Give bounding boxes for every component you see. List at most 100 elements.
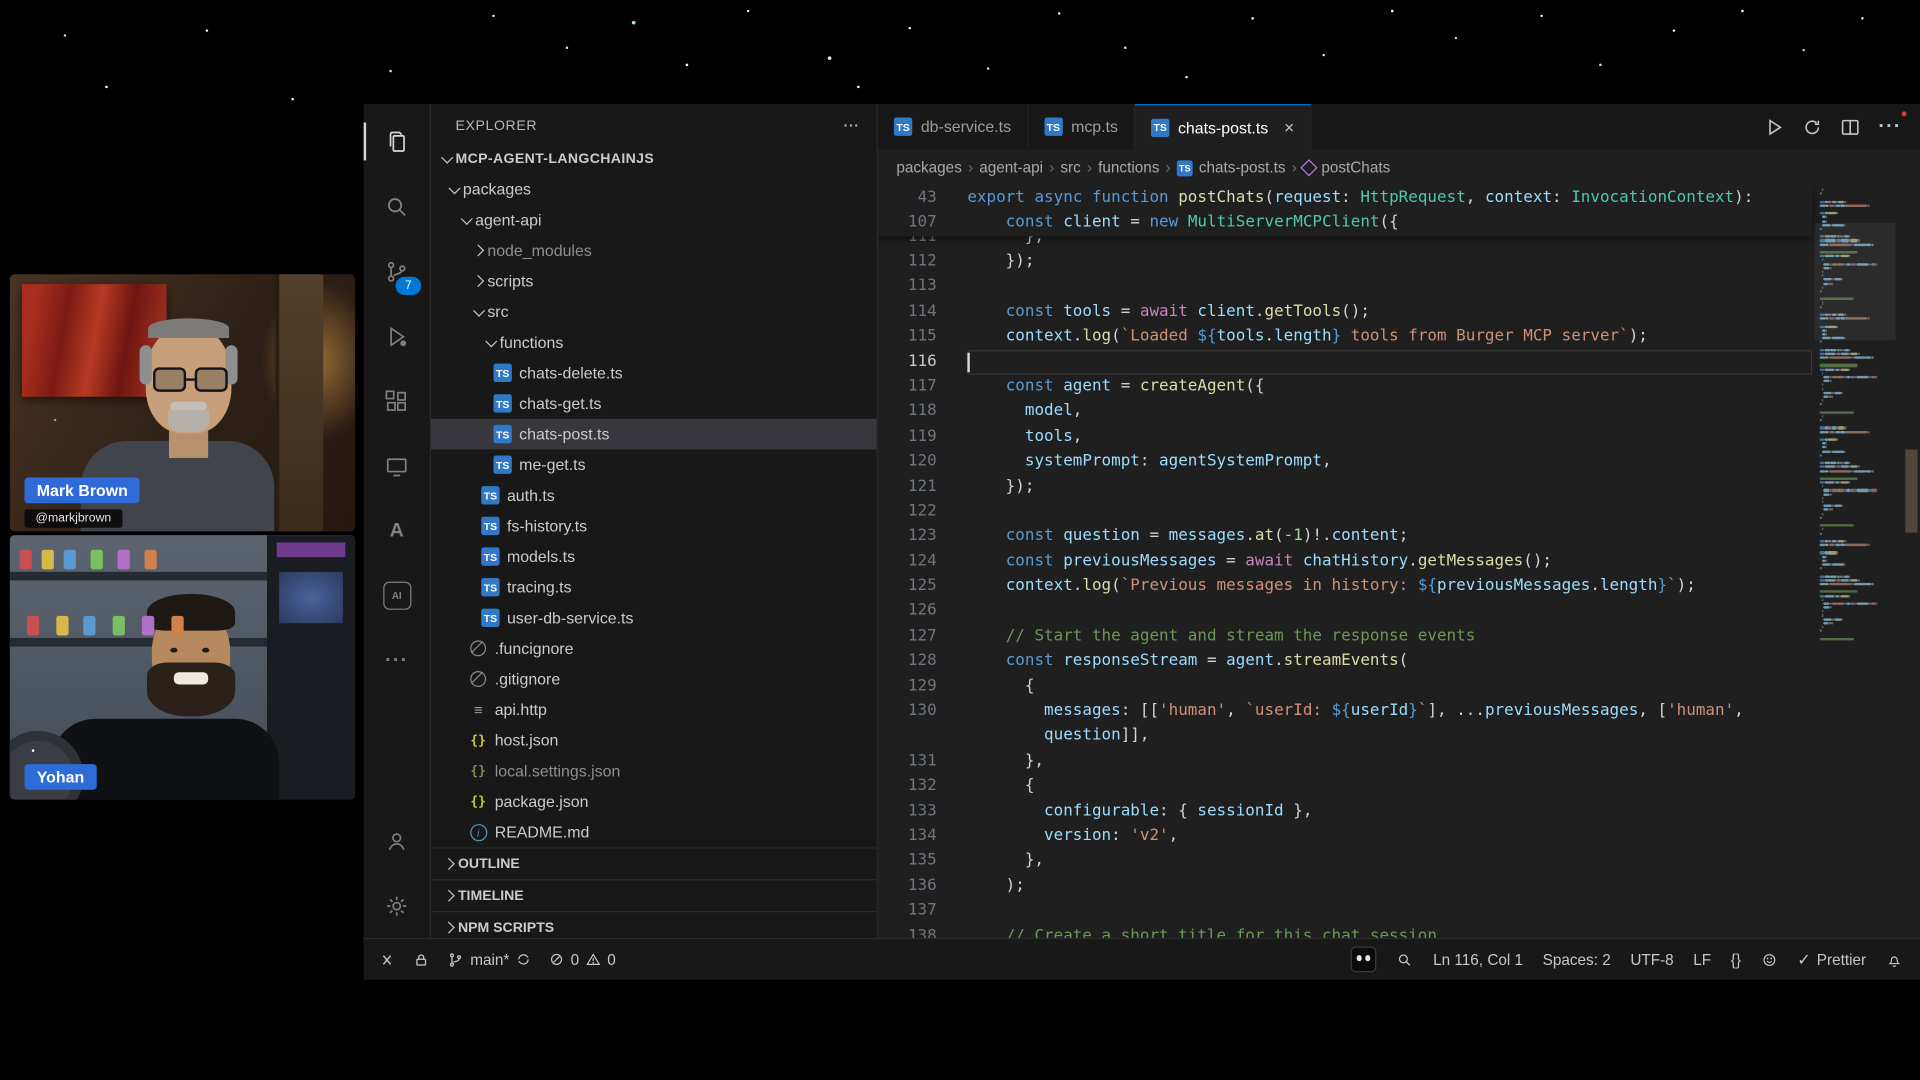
code-line-128[interactable]: 128 const responseStream = agent.streamE…: [878, 649, 1812, 674]
code-line-117[interactable]: 117 const agent = createAgent({: [878, 375, 1812, 400]
code-line-125[interactable]: 125 context.log(`Previous messages in hi…: [878, 574, 1812, 599]
tab-chats-post.ts[interactable]: TSchats-post.ts×: [1135, 104, 1311, 149]
notifications-bell-icon[interactable]: [1886, 951, 1903, 968]
code-line-127[interactable]: 127 // Start the agent and stream the re…: [878, 624, 1812, 649]
account-icon[interactable]: [364, 808, 430, 873]
tree-item-packages[interactable]: packages: [431, 174, 877, 205]
code-line-120[interactable]: 120 systemPrompt: agentSystemPrompt,: [878, 450, 1812, 475]
encoding[interactable]: UTF-8: [1630, 951, 1673, 968]
tree-item-.gitignore[interactable]: .gitignore: [431, 664, 877, 695]
breadcrumb-item[interactable]: packages: [896, 159, 962, 176]
code-line-126[interactable]: 126: [878, 599, 1812, 624]
code-line-131[interactable]: 131 },: [878, 749, 1812, 774]
remote-explorer-icon[interactable]: [364, 433, 430, 498]
code-line-134[interactable]: 134 version: 'v2',: [878, 824, 1812, 849]
sidebar-section-npm-scripts[interactable]: NPM SCRIPTS: [431, 911, 877, 938]
explorer-icon[interactable]: [364, 109, 430, 174]
code-line-129[interactable]: 129 {: [878, 674, 1812, 699]
lock-icon[interactable]: [413, 951, 430, 968]
code-line-136[interactable]: 136 );: [878, 874, 1812, 899]
code-line-137[interactable]: 137: [878, 899, 1812, 924]
close-icon[interactable]: ×: [1284, 119, 1294, 136]
indentation[interactable]: Spaces: 2: [1543, 951, 1611, 968]
search-status-icon[interactable]: [1396, 951, 1413, 968]
code-line-43[interactable]: 43export async function postChats(reques…: [878, 186, 1812, 211]
tree-item-scripts[interactable]: scripts: [431, 266, 877, 297]
code-line-121[interactable]: 121 });: [878, 474, 1812, 499]
code-line-124[interactable]: 124 const previousMessages = await chatH…: [878, 549, 1812, 574]
code-line-135[interactable]: 135 },: [878, 849, 1812, 874]
tree-item-functions[interactable]: functions: [431, 327, 877, 358]
code-line-114[interactable]: 114 const tools = await client.getTools(…: [878, 300, 1812, 325]
extensions-icon[interactable]: [364, 369, 430, 434]
more-actions-button[interactable]: ···: [1878, 116, 1901, 138]
code-line-113[interactable]: 113: [878, 275, 1812, 300]
code-line-122[interactable]: 122: [878, 499, 1812, 524]
more-views-icon[interactable]: ···: [364, 628, 430, 693]
tab-mcp.ts[interactable]: TSmcp.ts: [1028, 104, 1135, 149]
code-line-wrap[interactable]: question]],: [878, 724, 1812, 749]
tree-item-tracing.ts[interactable]: TStracing.ts: [431, 572, 877, 603]
formatter-status[interactable]: ✓ Prettier: [1797, 950, 1866, 970]
genai-icon[interactable]: AI: [364, 563, 430, 628]
settings-gear-icon[interactable]: [364, 873, 430, 938]
tree-item-agent-api[interactable]: agent-api: [431, 204, 877, 235]
tree-item-README.md[interactable]: iREADME.md: [431, 817, 877, 848]
sync-icon[interactable]: [515, 951, 531, 967]
project-section-header[interactable]: MCP-AGENT-LANGCHAINJS: [431, 143, 877, 174]
code-line-119[interactable]: 119 tools,: [878, 425, 1812, 450]
code-line-107[interactable]: 107 const client = new MultiServerMCPCli…: [878, 211, 1812, 236]
scrollbar-thumb[interactable]: [1905, 449, 1917, 532]
search-icon[interactable]: [364, 174, 430, 239]
code-line-115[interactable]: 115 context.log(`Loaded ${tools.length} …: [878, 325, 1812, 350]
breadcrumb-item[interactable]: agent-api: [979, 159, 1043, 176]
eol-indicator[interactable]: LF: [1693, 951, 1711, 968]
code-line-138[interactable]: 138 // Create a short title for this cha…: [878, 924, 1812, 938]
scrollbar[interactable]: [1903, 186, 1920, 938]
tree-item-api.http[interactable]: ≡api.http: [431, 694, 877, 725]
breadcrumb-item[interactable]: TSchats-post.ts: [1177, 159, 1286, 176]
minimap[interactable]: [1815, 186, 1896, 938]
breadcrumb-item[interactable]: src: [1060, 159, 1080, 176]
tree-item-models.ts[interactable]: TSmodels.ts: [431, 541, 877, 572]
tree-item-host.json[interactable]: {}host.json: [431, 725, 877, 756]
cursor-position[interactable]: Ln 116, Col 1: [1433, 951, 1523, 968]
tree-item-auth.ts[interactable]: TSauth.ts: [431, 480, 877, 511]
sidebar-section-timeline[interactable]: TIMELINE: [431, 879, 877, 911]
remote-indicator-icon[interactable]: [378, 951, 395, 968]
code-line-132[interactable]: 132 {: [878, 774, 1812, 799]
tree-item-chats-post.ts[interactable]: TSchats-post.ts: [431, 419, 877, 450]
breadcrumb-item[interactable]: postChats: [1303, 159, 1390, 176]
run-debug-icon[interactable]: [364, 304, 430, 369]
tree-item-local.settings.json[interactable]: {}local.settings.json: [431, 756, 877, 787]
problems-indicator[interactable]: 0 0: [549, 951, 616, 968]
tab-db-service.ts[interactable]: TSdb-service.ts: [878, 104, 1028, 149]
tree-item-chats-delete.ts[interactable]: TSchats-delete.ts: [431, 358, 877, 389]
tree-item-package.json[interactable]: {}package.json: [431, 786, 877, 817]
run-button[interactable]: [1765, 117, 1785, 137]
branch-indicator[interactable]: main*: [447, 951, 531, 968]
source-control-icon[interactable]: 7: [364, 239, 430, 304]
language-mode[interactable]: {}: [1731, 951, 1741, 968]
azure-icon[interactable]: A: [364, 498, 430, 563]
tree-item-me-get.ts[interactable]: TSme-get.ts: [431, 449, 877, 480]
sidebar-section-outline[interactable]: OUTLINE: [431, 847, 877, 879]
tree-item-.funcignore[interactable]: .funcignore: [431, 633, 877, 664]
tree-item-user-db-service.ts[interactable]: TSuser-db-service.ts: [431, 602, 877, 633]
code-line-112[interactable]: 112 });: [878, 250, 1812, 275]
refresh-icon[interactable]: [1802, 117, 1822, 137]
feedback-smiley-icon[interactable]: [1761, 951, 1778, 968]
code-line-118[interactable]: 118 model,: [878, 400, 1812, 425]
tree-item-chats-get.ts[interactable]: TSchats-get.ts: [431, 388, 877, 419]
code-editor[interactable]: 111 },112 });113114 const tools = await …: [878, 186, 1920, 938]
code-line-123[interactable]: 123 const question = messages.at(-1)!.co…: [878, 524, 1812, 549]
tree-item-src[interactable]: src: [431, 296, 877, 327]
more-actions-icon[interactable]: ···: [844, 119, 860, 134]
copilot-icon[interactable]: [1351, 947, 1377, 973]
code-line-116[interactable]: 116: [878, 350, 1812, 375]
code-line-133[interactable]: 133 configurable: { sessionId },: [878, 799, 1812, 824]
split-editor-button[interactable]: [1840, 117, 1860, 137]
breadcrumb-item[interactable]: functions: [1098, 159, 1159, 176]
tree-item-node_modules[interactable]: node_modules: [431, 235, 877, 266]
tree-item-fs-history.ts[interactable]: TSfs-history.ts: [431, 511, 877, 542]
